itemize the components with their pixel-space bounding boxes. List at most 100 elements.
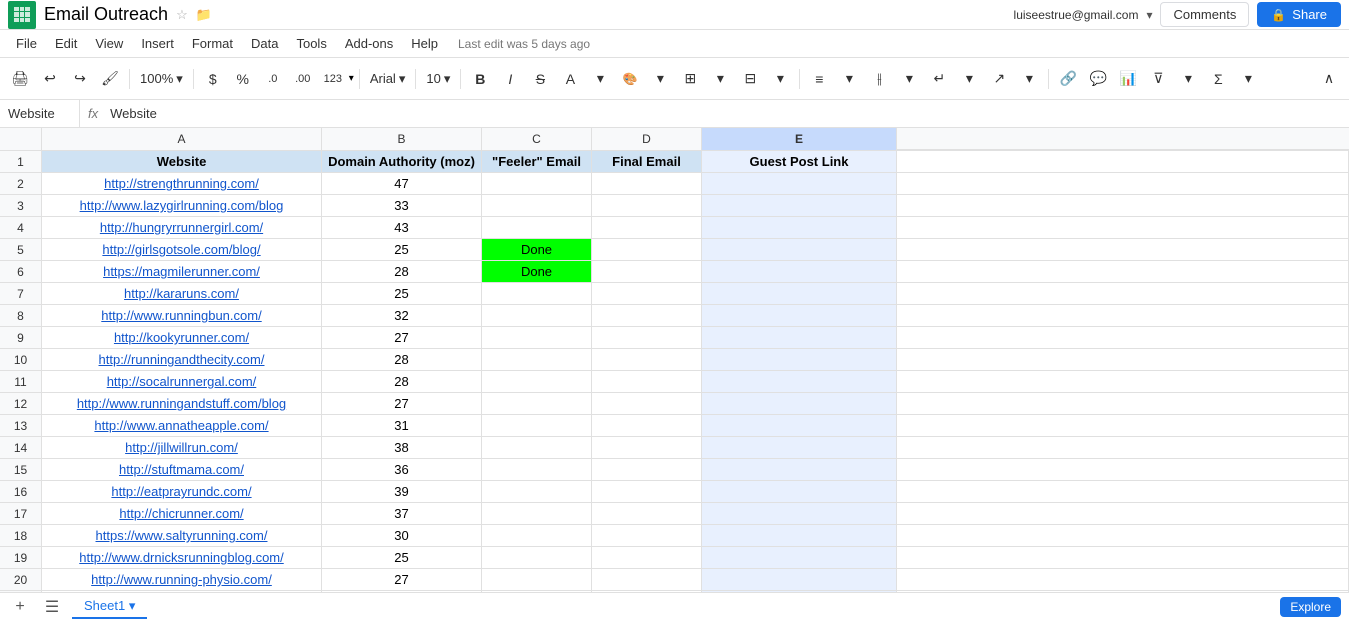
cell-da[interactable]: 38 — [322, 437, 482, 459]
cell-feeler[interactable] — [482, 371, 592, 393]
decimal-less-button[interactable]: .0 — [259, 65, 287, 93]
cell-website[interactable]: http://runningandthecity.com/ — [42, 349, 322, 371]
cell-da[interactable]: 43 — [322, 217, 482, 239]
function-button[interactable]: Σ — [1204, 65, 1232, 93]
valign-button[interactable]: ⫲ — [865, 65, 893, 93]
cell-gpl[interactable] — [702, 459, 897, 481]
cell-website[interactable]: http://stuftmama.com/ — [42, 459, 322, 481]
cell-final[interactable] — [592, 503, 702, 525]
align-arrow[interactable]: ▾ — [835, 65, 863, 93]
cell-gpl[interactable] — [702, 217, 897, 239]
cell-website[interactable]: http://socalrunnergal.com/ — [42, 371, 322, 393]
cell-final[interactable] — [592, 481, 702, 503]
cell-da[interactable]: 47 — [322, 173, 482, 195]
cell-website[interactable]: http://www.drnicksrunningblog.com/ — [42, 547, 322, 569]
cell-da[interactable]: 27 — [322, 393, 482, 415]
merge-button[interactable]: ⊟ — [736, 65, 764, 93]
strikethrough-button[interactable]: S — [526, 65, 554, 93]
cell-da[interactable]: 32 — [322, 305, 482, 327]
cell-da[interactable]: 25 — [322, 283, 482, 305]
menu-tools[interactable]: Tools — [288, 33, 334, 54]
cell-da[interactable]: 39 — [322, 481, 482, 503]
cell-website[interactable]: http://girlsgotsole.com/blog/ — [42, 239, 322, 261]
cell-feeler[interactable] — [482, 569, 592, 591]
undo-button[interactable]: ↩ — [36, 65, 64, 93]
rotate-arrow[interactable]: ▾ — [1015, 65, 1043, 93]
cell-final[interactable] — [592, 393, 702, 415]
cell-feeler[interactable]: Done — [482, 261, 592, 283]
cell-final[interactable] — [592, 371, 702, 393]
menu-addons[interactable]: Add-ons — [337, 33, 401, 54]
cell-gpl[interactable] — [702, 393, 897, 415]
explore-button[interactable]: Explore — [1280, 597, 1341, 617]
cell-gpl[interactable] — [702, 283, 897, 305]
redo-button[interactable]: ↪ — [66, 65, 94, 93]
menu-edit[interactable]: Edit — [47, 33, 85, 54]
number-format-arrow[interactable]: ▾ — [349, 73, 354, 84]
cell-final[interactable] — [592, 305, 702, 327]
cell-final[interactable] — [592, 437, 702, 459]
cell-final[interactable] — [592, 349, 702, 371]
cell-website[interactable]: http://jillwillrun.com/ — [42, 437, 322, 459]
borders-button[interactable]: ⊞ — [676, 65, 704, 93]
cell-feeler[interactable] — [482, 349, 592, 371]
cell-gpl[interactable] — [702, 415, 897, 437]
header-final[interactable]: Final Email — [592, 151, 702, 173]
header-feeler[interactable]: "Feeler" Email — [482, 151, 592, 173]
cell-da[interactable]: 27 — [322, 327, 482, 349]
cell-website[interactable]: http://kookyrunner.com/ — [42, 327, 322, 349]
link-button[interactable]: 🔗 — [1054, 65, 1082, 93]
cell-da[interactable]: 37 — [322, 503, 482, 525]
cell-website[interactable]: http://www.running-physio.com/ — [42, 569, 322, 591]
cell-feeler[interactable] — [482, 327, 592, 349]
cell-final[interactable] — [592, 547, 702, 569]
font-size-select[interactable]: 10 ▾ — [421, 68, 455, 90]
cell-website[interactable]: http://kararuns.com/ — [42, 283, 322, 305]
cell-da[interactable]: 36 — [322, 459, 482, 481]
cell-feeler[interactable] — [482, 437, 592, 459]
cell-da[interactable]: 33 — [322, 195, 482, 217]
header-gpl[interactable]: Guest Post Link — [702, 151, 897, 173]
cell-gpl[interactable] — [702, 371, 897, 393]
cell-gpl[interactable] — [702, 261, 897, 283]
cell-final[interactable] — [592, 525, 702, 547]
cell-gpl[interactable] — [702, 173, 897, 195]
menu-help[interactable]: Help — [403, 33, 446, 54]
cell-feeler[interactable] — [482, 217, 592, 239]
cell-website[interactable]: https://magmilerunner.com/ — [42, 261, 322, 283]
filter-arrow[interactable]: ▾ — [1174, 65, 1202, 93]
fill-color-arrow[interactable]: ▾ — [646, 65, 674, 93]
menu-data[interactable]: Data — [243, 33, 286, 54]
filter-button[interactable]: ⊽ — [1144, 65, 1172, 93]
cell-gpl[interactable] — [702, 349, 897, 371]
cell-feeler[interactable] — [482, 195, 592, 217]
cell-gpl[interactable] — [702, 195, 897, 217]
cell-website[interactable]: http://www.runningbun.com/ — [42, 305, 322, 327]
sheet-menu-button[interactable]: ☰ — [40, 595, 64, 619]
cell-gpl[interactable] — [702, 481, 897, 503]
menu-view[interactable]: View — [87, 33, 131, 54]
comments-button[interactable]: Comments — [1160, 2, 1249, 27]
paint-format-button[interactable]: 🖌 — [96, 65, 124, 93]
cell-da[interactable]: 28 — [322, 261, 482, 283]
cell-da[interactable]: 27 — [322, 569, 482, 591]
cell-gpl[interactable] — [702, 547, 897, 569]
cell-da[interactable]: 25 — [322, 239, 482, 261]
cell-feeler[interactable] — [482, 415, 592, 437]
cell-feeler[interactable]: Done — [482, 239, 592, 261]
wrap-button[interactable]: ↵ — [925, 65, 953, 93]
cell-gpl[interactable] — [702, 437, 897, 459]
cell-gpl[interactable] — [702, 239, 897, 261]
cell-da[interactable]: 31 — [322, 415, 482, 437]
cell-reference[interactable]: Website — [0, 100, 80, 127]
cell-gpl[interactable] — [702, 305, 897, 327]
cell-feeler[interactable] — [482, 305, 592, 327]
cell-feeler[interactable] — [482, 283, 592, 305]
cell-feeler[interactable] — [482, 525, 592, 547]
cell-website[interactable]: http://www.annatheapple.com/ — [42, 415, 322, 437]
col-header-a[interactable]: A — [42, 128, 322, 150]
cell-website[interactable]: http://eatprayrundc.com/ — [42, 481, 322, 503]
number-format-button[interactable]: 123 — [319, 65, 347, 93]
cell-website[interactable]: http://www.runningandstuff.com/blog — [42, 393, 322, 415]
cell-gpl[interactable] — [702, 525, 897, 547]
